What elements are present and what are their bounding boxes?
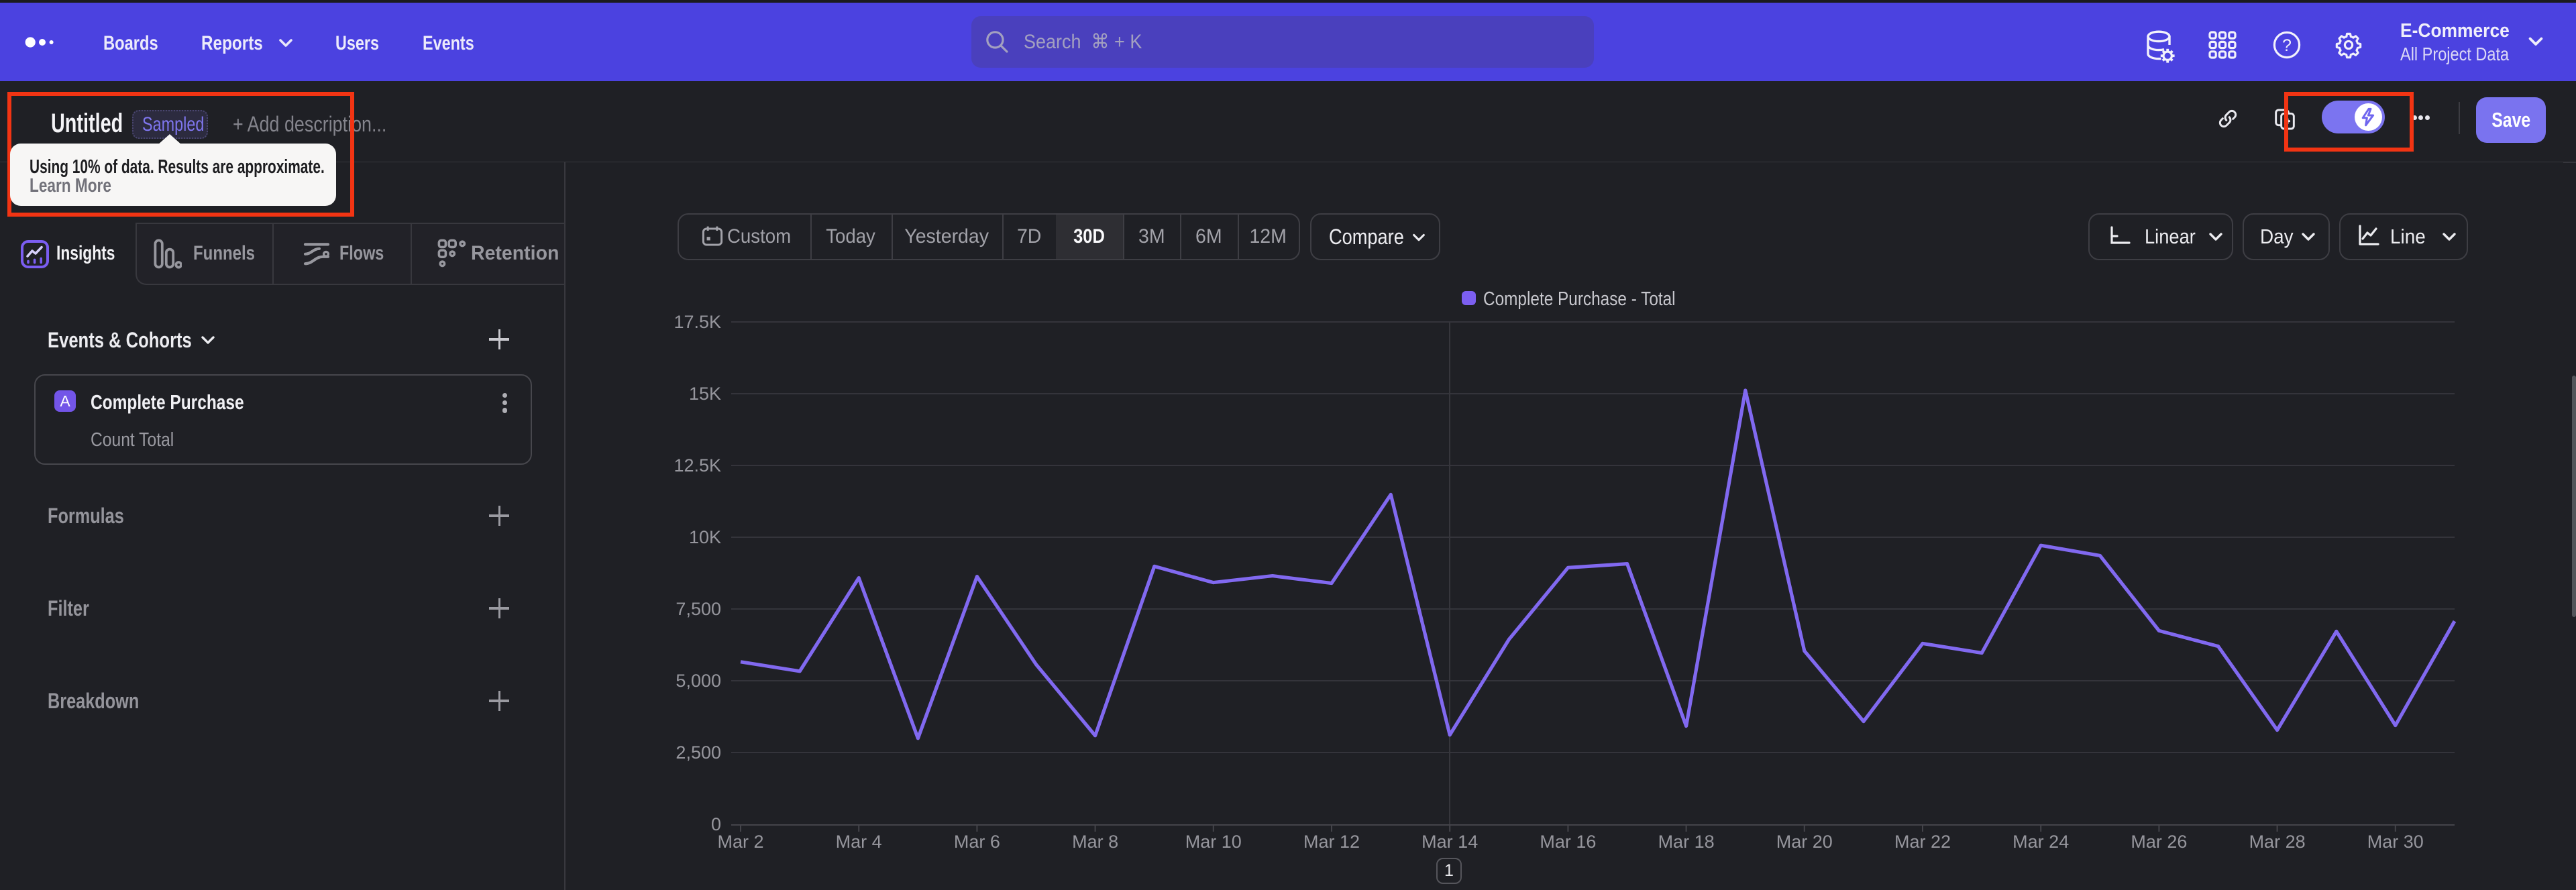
svg-text:10K: 10K bbox=[689, 527, 721, 547]
svg-text:?: ? bbox=[2282, 36, 2292, 55]
svg-text:Mar 6: Mar 6 bbox=[954, 832, 1000, 852]
svg-text:Mar 24: Mar 24 bbox=[2012, 832, 2069, 852]
svg-text:Mar 26: Mar 26 bbox=[2131, 832, 2187, 852]
svg-text:Mar 10: Mar 10 bbox=[1185, 832, 1242, 852]
svg-text:Mar 18: Mar 18 bbox=[1658, 832, 1715, 852]
svg-text:Mar 8: Mar 8 bbox=[1072, 832, 1118, 852]
svg-text:Mar 20: Mar 20 bbox=[1776, 832, 1833, 852]
svg-text:Mar 4: Mar 4 bbox=[836, 832, 882, 852]
svg-text:7,500: 7,500 bbox=[676, 599, 721, 619]
svg-text:15K: 15K bbox=[689, 384, 721, 404]
svg-text:Mar 2: Mar 2 bbox=[717, 832, 763, 852]
svg-text:Mar 14: Mar 14 bbox=[1421, 832, 1478, 852]
svg-text:Mar 12: Mar 12 bbox=[1303, 832, 1360, 852]
svg-text:Mar 22: Mar 22 bbox=[1894, 832, 1951, 852]
svg-text:12.5K: 12.5K bbox=[674, 455, 721, 476]
svg-text:2,500: 2,500 bbox=[676, 742, 721, 763]
svg-text:Mar 28: Mar 28 bbox=[2249, 832, 2306, 852]
svg-text:Mar 16: Mar 16 bbox=[1540, 832, 1596, 852]
svg-text:Mar 30: Mar 30 bbox=[2367, 832, 2424, 852]
svg-text:5,000: 5,000 bbox=[676, 671, 721, 691]
svg-text:17.5K: 17.5K bbox=[674, 312, 721, 332]
